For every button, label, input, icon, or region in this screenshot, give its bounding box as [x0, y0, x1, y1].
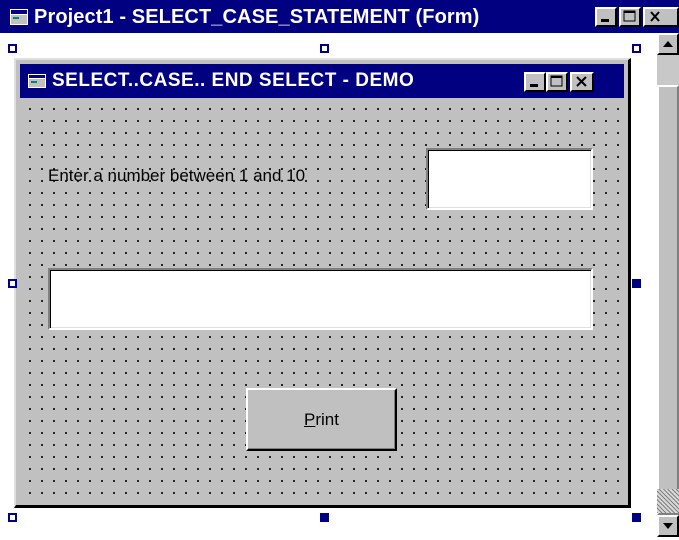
- scroll-thumb[interactable]: [657, 85, 679, 515]
- form-minimize-button[interactable]: [524, 72, 546, 92]
- scroll-down-button[interactable]: [657, 515, 679, 537]
- arrow-up-icon: [663, 41, 673, 47]
- maximize-icon: [623, 10, 636, 22]
- number-input[interactable]: [426, 148, 593, 210]
- designer-vertical-scrollbar[interactable]: [657, 33, 679, 537]
- resize-handle-top-right: [632, 44, 641, 53]
- designer-title: Project1 - SELECT_CASE_STATEMENT (Form): [34, 6, 480, 28]
- resize-handle-bottom-right[interactable]: [632, 513, 641, 522]
- minimize-icon: [530, 84, 538, 87]
- vb-form-icon: [28, 74, 46, 88]
- resize-handle-bottom-left: [8, 513, 17, 522]
- print-button-label: rint: [315, 409, 339, 429]
- designer-maximize-button[interactable]: [619, 7, 641, 27]
- close-icon: [576, 76, 587, 87]
- scroll-track-lower[interactable]: [657, 489, 679, 513]
- close-icon: [650, 11, 660, 22]
- arrow-down-icon: [663, 523, 673, 529]
- minimize-icon: [601, 19, 609, 22]
- designer-minimize-button[interactable]: [595, 7, 617, 27]
- resize-handle-middle-left: [8, 279, 17, 288]
- form-maximize-button[interactable]: [546, 72, 568, 92]
- scroll-up-button[interactable]: [657, 33, 679, 55]
- designer-close-button[interactable]: [643, 7, 679, 27]
- resize-handle-top-center: [320, 44, 329, 53]
- form-title: SELECT..CASE.. END SELECT - DEMO: [52, 70, 415, 91]
- form-close-button[interactable]: [570, 72, 594, 92]
- prompt-label: Enter a number between 1 and 10: [48, 166, 306, 185]
- print-button[interactable]: Print: [246, 388, 397, 451]
- maximize-icon: [550, 75, 563, 87]
- resize-handle-bottom-center[interactable]: [320, 513, 329, 522]
- result-textbox[interactable]: [48, 268, 593, 330]
- resize-handle-middle-right[interactable]: [632, 279, 641, 288]
- print-button-access-key: P: [304, 409, 316, 429]
- vb-form-icon: [10, 9, 28, 25]
- resize-handle-top-left: [8, 44, 17, 53]
